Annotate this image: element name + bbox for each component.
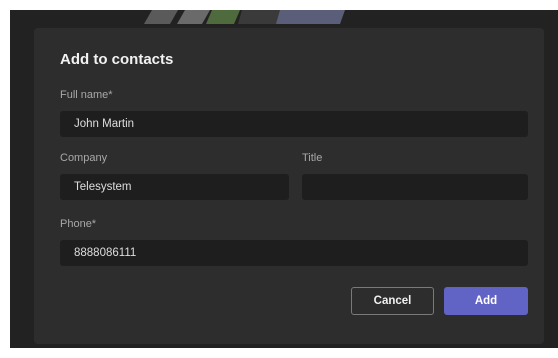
full-name-label: Full name* [60,89,113,101]
company-field[interactable]: Telesystem [60,174,289,200]
title-field[interactable] [302,174,528,200]
add-button[interactable]: Add [444,287,528,315]
app-window: Add to contacts Full name* John Martin C… [10,10,558,348]
cancel-button[interactable]: Cancel [351,287,434,315]
title-label: Title [302,152,323,164]
company-label: Company [60,152,108,164]
phone-label: Phone* [60,218,97,230]
background-artwork [144,10,345,24]
dialog-title: Add to contacts [60,51,174,68]
full-name-field[interactable]: John Martin [60,111,528,137]
add-to-contacts-dialog: Add to contacts Full name* John Martin C… [34,28,544,344]
phone-field[interactable]: 8888086111 [60,240,528,266]
